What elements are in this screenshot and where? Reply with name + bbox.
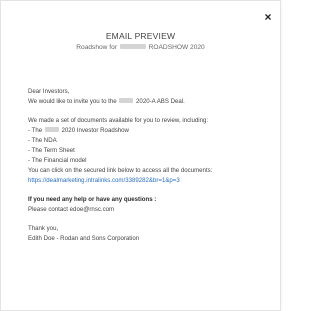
signature-line: Edith Doe - Rodan and Sons Corporation [28,235,140,242]
document-item-prefix: - The [28,127,43,134]
document-item: - The Term Sheet [28,147,75,154]
help-heading: If you need any help or have any questio… [28,196,157,203]
email-body: Dear Investors, We would like to invite … [28,87,273,244]
invite-line: We would like to invite you to the 2020-… [28,97,273,107]
subtitle-prefix: Roadshow for [76,44,117,51]
email-preview-modal: × EMAIL PREVIEW Roadshow for ROADSHOW 20… [0,0,281,311]
redacted-text [119,44,146,49]
modal-subtitle: Roadshow for ROADSHOW 2020 [1,43,280,52]
subtitle-suffix: ROADSHOW 2020 [148,44,205,51]
document-item: - The Financial model [28,157,87,164]
documents-link-line: https://dealmarketing.intralinks.com/338… [28,176,273,186]
redacted-text [119,98,134,103]
modal-title: EMAIL PREVIEW [105,31,176,41]
invite-text-after: 2020-A ABS Deal. [136,98,185,105]
close-icon[interactable]: × [263,11,273,23]
document-item: - The 2020 Investor Roadshow [28,126,273,136]
access-instructions: You can click on the secured link below … [28,167,213,174]
document-item-label: 2020 Investor Roadshow [61,127,129,134]
document-item: - The NDA [28,137,57,144]
modal-header: EMAIL PREVIEW Roadshow for ROADSHOW 2020 [1,31,280,52]
documents-link[interactable]: https://dealmarketing.intralinks.com/338… [28,177,180,184]
invite-text-before: We would like to invite you to the [28,98,117,105]
redacted-text [44,127,59,132]
contact-line: Please contact edoe@rnsc.com [28,206,115,213]
thanks-line: Thank you, [28,225,59,232]
documents-intro: We made a set of documents available for… [28,117,209,124]
greeting: Dear Investors, [28,88,70,95]
